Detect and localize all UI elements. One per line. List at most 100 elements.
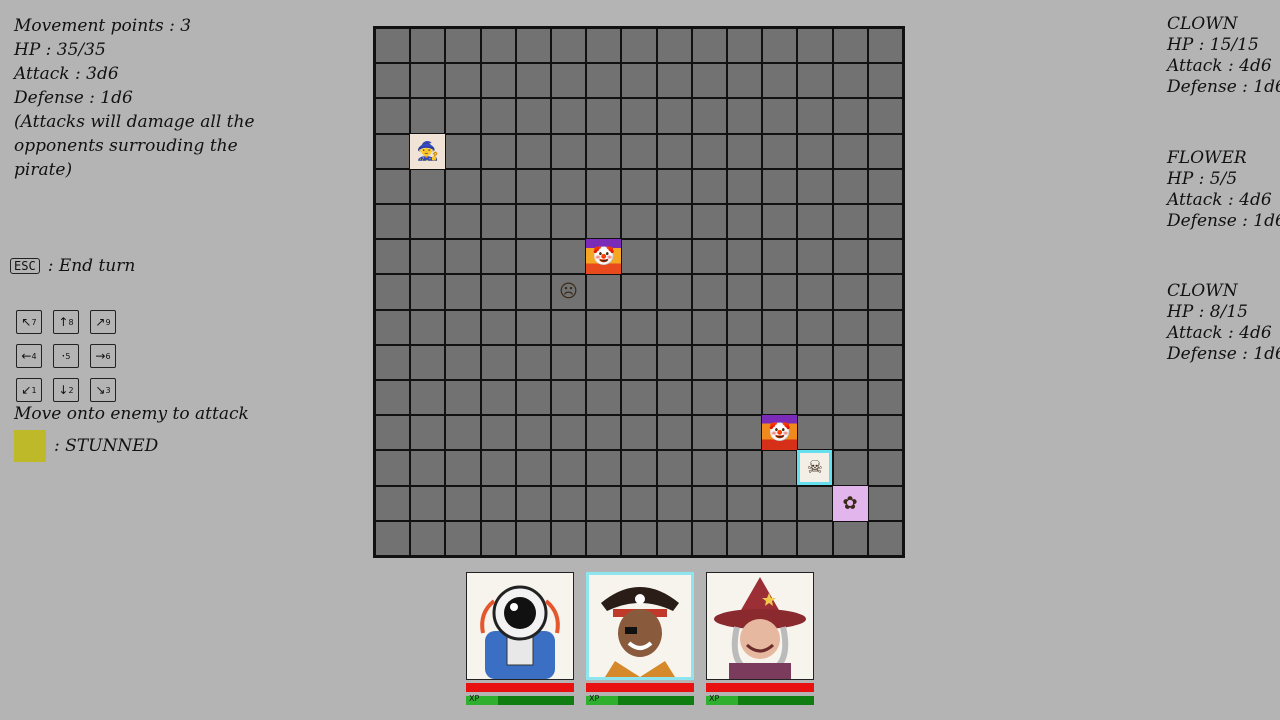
board-cell[interactable] <box>445 63 481 99</box>
board-cell[interactable] <box>480 415 516 451</box>
board-cell[interactable] <box>797 309 833 345</box>
board-cell[interactable] <box>551 239 587 275</box>
board-cell[interactable] <box>797 485 833 521</box>
board-cell[interactable] <box>445 168 481 204</box>
board-cell[interactable] <box>727 274 763 310</box>
board-cell[interactable] <box>727 485 763 521</box>
board-cell[interactable] <box>515 274 551 310</box>
numpad-key-1[interactable]: ↙ 1 <box>16 378 42 402</box>
board-cell[interactable] <box>832 28 868 64</box>
board-cell[interactable] <box>762 380 798 416</box>
board-cell[interactable] <box>480 309 516 345</box>
board-cell[interactable] <box>551 204 587 240</box>
board-cell[interactable] <box>727 380 763 416</box>
board-cell[interactable] <box>445 98 481 134</box>
clown-icon[interactable]: 🤡 <box>586 239 622 275</box>
astronaut-portrait[interactable] <box>466 572 574 680</box>
board-cell[interactable] <box>867 309 903 345</box>
wizard-icon[interactable]: 🧙 <box>410 133 446 169</box>
board-cell[interactable] <box>691 204 727 240</box>
board-cell[interactable] <box>797 204 833 240</box>
board-cell[interactable] <box>551 98 587 134</box>
board-cell[interactable] <box>727 204 763 240</box>
board-cell[interactable] <box>691 344 727 380</box>
board-cell[interactable] <box>410 450 446 486</box>
board-cell[interactable] <box>515 380 551 416</box>
board-cell[interactable] <box>762 133 798 169</box>
board-cell[interactable] <box>445 485 481 521</box>
board-cell[interactable] <box>445 380 481 416</box>
board-cell[interactable] <box>375 485 411 521</box>
board-cell[interactable] <box>797 380 833 416</box>
board-cell[interactable] <box>480 133 516 169</box>
board-cell[interactable] <box>621 485 657 521</box>
board-cell[interactable] <box>515 204 551 240</box>
board-cell[interactable] <box>691 98 727 134</box>
board-cell[interactable] <box>762 274 798 310</box>
board-cell[interactable] <box>691 415 727 451</box>
numpad-key-4[interactable]: ← 4 <box>16 344 42 368</box>
board-cell[interactable] <box>410 520 446 556</box>
board-cell[interactable] <box>762 168 798 204</box>
board-cell[interactable] <box>867 239 903 275</box>
board-cell[interactable] <box>410 415 446 451</box>
numpad-key-2[interactable]: ↓ 2 <box>53 378 79 402</box>
board-cell[interactable] <box>551 168 587 204</box>
board-cell[interactable] <box>586 380 622 416</box>
board-cell[interactable] <box>480 344 516 380</box>
board-cell[interactable] <box>375 98 411 134</box>
board-cell[interactable] <box>515 415 551 451</box>
board-cell[interactable] <box>375 520 411 556</box>
board-cell[interactable] <box>586 309 622 345</box>
board-cell[interactable] <box>727 239 763 275</box>
board-cell[interactable] <box>621 204 657 240</box>
board-cell[interactable] <box>621 63 657 99</box>
board-cell[interactable] <box>621 274 657 310</box>
board-cell[interactable] <box>621 28 657 64</box>
board-cell[interactable] <box>727 415 763 451</box>
board-cell[interactable] <box>621 98 657 134</box>
board-cell[interactable] <box>445 520 481 556</box>
board-cell[interactable] <box>515 63 551 99</box>
board-cell[interactable] <box>656 450 692 486</box>
board-cell[interactable] <box>832 63 868 99</box>
board-cell[interactable] <box>762 98 798 134</box>
board-cell[interactable] <box>410 274 446 310</box>
board-cell[interactable] <box>656 168 692 204</box>
board-cell[interactable] <box>410 309 446 345</box>
board-cell[interactable] <box>762 309 798 345</box>
board-cell[interactable] <box>797 239 833 275</box>
board-cell[interactable] <box>832 204 868 240</box>
stunned-enemy-icon[interactable]: ☹ <box>551 274 586 309</box>
board-cell[interactable] <box>727 98 763 134</box>
board-cell[interactable] <box>656 415 692 451</box>
board-cell[interactable] <box>797 63 833 99</box>
board-cell[interactable] <box>691 28 727 64</box>
board-cell[interactable] <box>867 344 903 380</box>
board-cell[interactable] <box>832 380 868 416</box>
board-cell[interactable] <box>445 309 481 345</box>
board-cell[interactable] <box>691 450 727 486</box>
board-cell[interactable] <box>621 344 657 380</box>
board-cell[interactable] <box>797 28 833 64</box>
board-cell[interactable] <box>586 63 622 99</box>
board-cell[interactable] <box>656 485 692 521</box>
board-cell[interactable] <box>586 98 622 134</box>
board-cell[interactable] <box>410 204 446 240</box>
board-cell[interactable] <box>832 309 868 345</box>
board-cell[interactable] <box>480 28 516 64</box>
board-cell[interactable] <box>445 415 481 451</box>
board-cell[interactable] <box>375 168 411 204</box>
board-cell[interactable] <box>832 344 868 380</box>
numpad-key-3[interactable]: ↘ 3 <box>90 378 116 402</box>
board-cell[interactable] <box>445 239 481 275</box>
board-cell[interactable] <box>515 450 551 486</box>
board-cell[interactable] <box>762 520 798 556</box>
board-cell[interactable] <box>832 415 868 451</box>
board-cell[interactable] <box>586 274 622 310</box>
board-cell[interactable] <box>832 520 868 556</box>
board-cell[interactable] <box>656 204 692 240</box>
board-cell[interactable] <box>797 98 833 134</box>
board-cell[interactable] <box>867 485 903 521</box>
board-cell[interactable] <box>656 63 692 99</box>
